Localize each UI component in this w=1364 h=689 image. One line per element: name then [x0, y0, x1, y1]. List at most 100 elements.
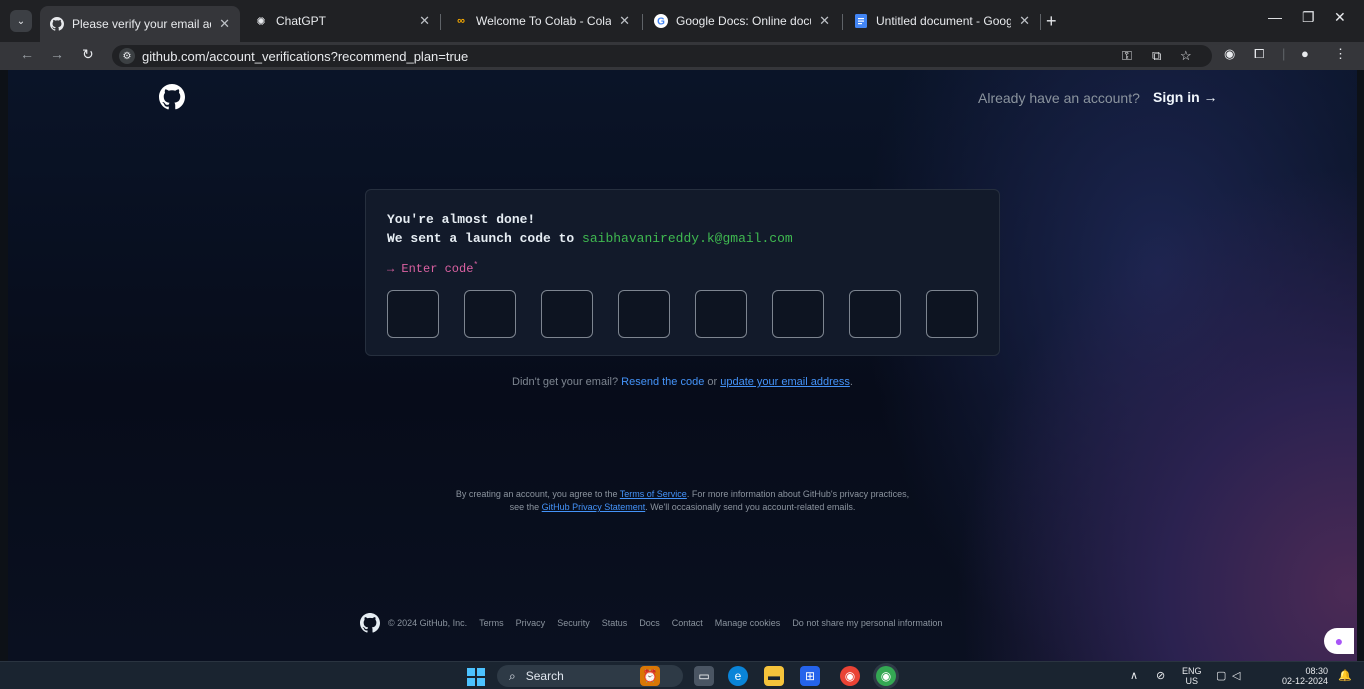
clock[interactable]: 08:30 02-12-2024: [1268, 666, 1328, 686]
url-input[interactable]: ⚙ github.com/account_verifications?recom…: [112, 45, 1212, 67]
email-address: saibhavanireddy.k@gmail.com: [582, 231, 793, 246]
volume-icon[interactable]: ◁: [1232, 669, 1240, 682]
extension-icon[interactable]: ◉: [1224, 46, 1235, 62]
widgets-icon[interactable]: ⏰: [640, 666, 660, 686]
language-indicator[interactable]: ENG US: [1182, 666, 1202, 686]
footer-link-docs[interactable]: Docs: [639, 618, 660, 628]
legal-line-2: see the GitHub Privacy Statement. We'll …: [8, 501, 1357, 514]
enter-code-text: → Enter code: [387, 262, 474, 276]
terms-of-service-link[interactable]: Terms of Service: [620, 489, 687, 499]
search-icon: ⌕: [509, 668, 516, 683]
footer-link-security[interactable]: Security: [557, 618, 590, 628]
footer-link-do-not-share[interactable]: Do not share my personal information: [792, 618, 942, 628]
privacy-statement-link[interactable]: GitHub Privacy Statement: [542, 502, 646, 512]
reload-icon[interactable]: ↻: [82, 46, 94, 63]
clock-time: 08:30: [1305, 666, 1328, 676]
url-text: github.com/account_verifications?recomme…: [142, 49, 469, 64]
tab-title: Untitled document - Google Do: [876, 14, 1012, 28]
code-digit-input[interactable]: [926, 290, 978, 338]
install-app-icon[interactable]: ⧉: [1152, 48, 1161, 64]
code-digit-input[interactable]: [695, 290, 747, 338]
resend-suffix: .: [849, 376, 853, 388]
tab-divider: [842, 14, 843, 30]
close-window-icon[interactable]: ✕: [1334, 9, 1346, 26]
address-bar-row: ← → ↻ ⚙ github.com/account_verifications…: [0, 42, 1364, 70]
edge-browser-icon[interactable]: e: [728, 666, 748, 686]
restore-icon[interactable]: ❐: [1302, 9, 1315, 26]
chrome-active-icon[interactable]: ◉: [876, 666, 896, 686]
code-digit-input[interactable]: [387, 290, 439, 338]
tab-title: Please verify your email address: [72, 17, 211, 31]
tab-colab[interactable]: ∞ Welcome To Colab - Colab ✕: [444, 7, 640, 35]
tab-untitled-doc[interactable]: Untitled document - Google Do ✕: [844, 7, 1040, 35]
task-view-icon[interactable]: ▭: [694, 666, 714, 686]
microsoft-store-icon[interactable]: ⊞: [800, 666, 820, 686]
floating-extension-button[interactable]: ●: [1324, 628, 1354, 654]
verification-card: You're almost done! We sent a launch cod…: [365, 189, 1000, 356]
kebab-menu-icon[interactable]: ⋮: [1334, 46, 1347, 62]
toolbar-divider: |: [1282, 46, 1286, 61]
close-icon[interactable]: ✕: [819, 13, 830, 29]
close-icon[interactable]: ✕: [219, 16, 230, 32]
minimize-icon[interactable]: —: [1268, 9, 1282, 25]
code-digit-input[interactable]: [849, 290, 901, 338]
file-explorer-icon[interactable]: ▬: [764, 666, 784, 686]
extensions-puzzle-icon[interactable]: ⧠: [1254, 46, 1264, 62]
legal-text: By creating an account, you agree to the: [455, 489, 618, 499]
google-icon: G: [654, 14, 668, 28]
close-icon[interactable]: ✕: [1019, 13, 1030, 29]
profile-avatar-icon[interactable]: ●: [1301, 46, 1309, 61]
code-digit-input[interactable]: [464, 290, 516, 338]
code-digit-input[interactable]: [772, 290, 824, 338]
taskbar-search-label: Search: [525, 669, 564, 683]
sign-in-link[interactable]: Sign in →: [1153, 89, 1218, 105]
already-have-account-text: Already have an account?: [978, 90, 1140, 106]
code-digit-input[interactable]: [541, 290, 593, 338]
display-icon[interactable]: ▢: [1216, 669, 1226, 682]
almost-done-heading: You're almost done!: [387, 212, 536, 227]
footer-link-manage-cookies[interactable]: Manage cookies: [715, 618, 781, 628]
docs-icon: [854, 14, 868, 28]
required-mark: *: [473, 261, 479, 270]
legal-text: see the: [509, 502, 540, 512]
close-icon[interactable]: ✕: [619, 13, 630, 29]
footer-copyright: © 2024 GitHub, Inc.: [388, 618, 468, 628]
tab-google-docs-home[interactable]: G Google Docs: Online document ✕: [644, 7, 840, 35]
site-info-icon[interactable]: ⚙: [119, 48, 135, 64]
chrome-icon[interactable]: ◉: [840, 666, 860, 686]
footer-link-status[interactable]: Status: [602, 618, 628, 628]
resend-code-link[interactable]: Resend the code: [621, 376, 704, 388]
launch-code-message: We sent a launch code to saibhavanireddy…: [387, 231, 793, 246]
resend-prefix: Didn't get your email?: [512, 376, 619, 388]
forward-icon[interactable]: →: [50, 46, 64, 62]
github-icon: [50, 17, 64, 31]
page-content: Already have an account? Sign in → You'r…: [8, 70, 1357, 661]
back-icon[interactable]: ←: [20, 46, 34, 62]
tray-chevron-icon[interactable]: ∧: [1130, 669, 1138, 682]
tab-chatgpt[interactable]: ✺ ChatGPT ✕: [244, 7, 440, 35]
notification-bell-icon[interactable]: 🔔: [1338, 669, 1352, 682]
tab-github-verify[interactable]: Please verify your email address ✕: [40, 6, 240, 42]
footer-link-privacy[interactable]: Privacy: [516, 618, 546, 628]
code-digit-input[interactable]: [618, 290, 670, 338]
update-email-link[interactable]: update your email address: [720, 376, 850, 388]
legal-text: . We'll occasionally send you account-re…: [645, 502, 856, 512]
github-footer-logo-icon[interactable]: [360, 613, 380, 633]
footer-link-terms[interactable]: Terms: [479, 618, 504, 628]
legal-text: . For more information about GitHub's pr…: [686, 489, 910, 499]
network-icon[interactable]: ⊘: [1156, 669, 1165, 682]
tab-title: Google Docs: Online document: [676, 14, 811, 28]
password-key-icon[interactable]: ⚿: [1122, 48, 1132, 64]
tab-divider: [1040, 14, 1041, 30]
bookmark-star-icon[interactable]: ☆: [1180, 48, 1192, 64]
browser-tab-bar: ⌄ Please verify your email address ✕ ✺ C…: [0, 0, 1364, 42]
new-tab-button[interactable]: +: [1046, 11, 1057, 32]
language-bottom: US: [1185, 676, 1199, 686]
windows-start-icon[interactable]: [467, 668, 485, 686]
resend-prompt: Didn't get your email? Resend the code o…: [8, 376, 1357, 388]
github-logo-icon[interactable]: [159, 84, 185, 110]
close-icon[interactable]: ✕: [419, 13, 430, 29]
footer-link-contact[interactable]: Contact: [672, 618, 703, 628]
launch-code-prefix: We sent a launch code to: [387, 231, 575, 246]
tab-search-button[interactable]: ⌄: [10, 10, 32, 32]
